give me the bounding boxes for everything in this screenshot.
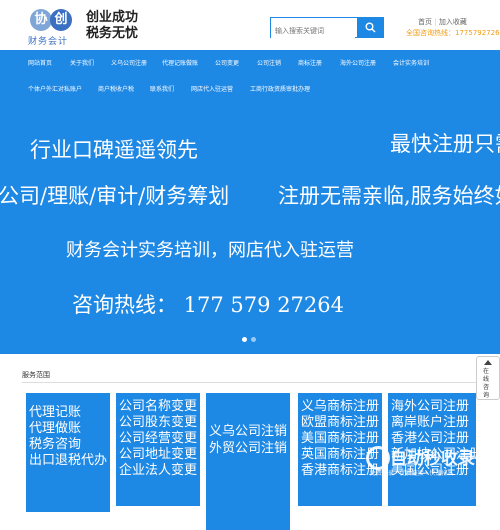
hero-banner[interactable]: 行业口碑遥遥领先 最快注册只需 公司/理账/审计/财务筹划 注册无需亲临,服务始…	[0, 96, 500, 354]
section-divider	[22, 382, 478, 383]
banner-line-fast-register: 最快注册只需	[390, 132, 500, 156]
carousel-dot-active[interactable]	[242, 337, 247, 342]
slogan-line-1: 创业成功	[86, 10, 139, 25]
nav-item-home[interactable]: 网站首页	[28, 58, 52, 67]
nav-item-tax[interactable]: 商户税收户税	[98, 84, 134, 93]
watermark-title: 自动秒收录	[390, 449, 475, 469]
nav-item-trademark[interactable]: 商标注册	[298, 58, 322, 67]
online-consult-label: 在线咨询	[483, 368, 490, 399]
logo-char-right: 创	[50, 9, 72, 31]
add-favorite-link[interactable]: 加入收藏	[439, 18, 467, 26]
site-logo[interactable]: 协 创 财务会计	[26, 6, 76, 47]
card-line: 义乌商标注册	[301, 399, 380, 414]
carousel-dot[interactable]	[251, 337, 256, 342]
online-consult-widget[interactable]: 在线咨询	[476, 356, 500, 400]
slogan-line-2: 税务无忧	[86, 26, 139, 41]
banner-line-reputation: 行业口碑遥遥领先	[30, 138, 198, 162]
banner-line-services: 公司/理账/审计/财务筹划	[0, 184, 230, 208]
arrow-up-icon[interactable]	[484, 360, 492, 365]
logo-subtitle: 财务会计	[28, 37, 69, 47]
banner-line-training: 财务会计实务培训，网店代入驻运营	[66, 240, 354, 261]
card-line: 公司股东变更	[119, 415, 198, 430]
search-button[interactable]	[357, 17, 384, 38]
nav-item-yiwu-register[interactable]: 义乌公司注册	[111, 58, 147, 67]
service-card-company-change[interactable]: 公司名称变更 公司股东变更 公司经营变更 公司地址变更 企业法人变更	[116, 393, 200, 506]
nav-item-company-cancel[interactable]: 公司注销	[257, 58, 281, 67]
search-box	[270, 17, 384, 40]
main-nav: 网站首页 关于我们 义乌公司注册 代理记账做账 公司变更 公司注销 商标注册 海…	[0, 50, 500, 96]
nav-item-contact[interactable]: 联系我们	[150, 84, 174, 93]
watermark-logo-icon	[366, 446, 390, 470]
card-line: 公司地址变更	[119, 447, 198, 462]
card-line: 企业法人变更	[119, 463, 198, 478]
card-line: 公司名称变更	[119, 399, 198, 414]
nav-item-training[interactable]: 会计实务培训	[393, 58, 429, 67]
card-line: 公司经营变更	[119, 431, 198, 446]
nav-item-overseas[interactable]: 海外公司注册	[340, 58, 376, 67]
service-card-bookkeeping[interactable]: 代理记账 代理做账 税务咨询 出口退税代办	[26, 393, 110, 512]
nav-item-forex[interactable]: 个体户外汇对私账户	[28, 84, 82, 93]
banner-line-no-visit: 注册无需亲临,服务始终如	[278, 184, 500, 208]
hotline-phone: 全国咨询热线：17757927264	[406, 29, 500, 37]
card-line: 代理做账	[29, 421, 82, 436]
nav-item-licensing[interactable]: 工商行政资质审批办理	[250, 84, 310, 93]
nav-item-company-change[interactable]: 公司变更	[215, 58, 239, 67]
search-icon	[365, 22, 376, 33]
nav-item-about[interactable]: 关于我们	[70, 58, 94, 67]
header-bar: 协 创 财务会计 创业成功 税务无忧 首页 | 加入收藏 全国咨询热线：1775…	[0, 0, 500, 50]
home-link[interactable]: 首页	[418, 18, 432, 26]
services-title: 服务范围	[22, 371, 50, 379]
card-line: 外贸公司注销	[209, 441, 288, 456]
banner-line-hotline: 咨询热线： 177 579 27264	[72, 293, 344, 317]
logo-char-left: 协	[30, 9, 52, 31]
top-links: 首页 | 加入收藏	[418, 18, 467, 26]
card-line: 离岸账户注册	[391, 415, 470, 430]
service-card-company-cancel[interactable]: 义乌公司注销 外贸公司注销	[206, 393, 290, 530]
slogan: 创业成功 税务无忧	[86, 10, 138, 42]
card-line: 义乌公司注销	[209, 424, 288, 439]
card-line: 海外公司注册	[391, 399, 470, 414]
card-line: 出口退税代办	[29, 453, 108, 468]
card-line: 代理记账	[29, 405, 82, 420]
search-input[interactable]	[271, 22, 355, 40]
watermark-subtitle: 免费收录 · 优质链接 · 快速排名	[370, 470, 454, 477]
nav-item-bookkeeping[interactable]: 代理记账做账	[162, 58, 198, 67]
watermark-overlay: 自动秒收录 免费收录 · 优质链接 · 快速排名	[364, 440, 500, 500]
card-line: 税务咨询	[29, 437, 82, 452]
card-line: 欧盟商标注册	[301, 415, 380, 430]
nav-item-ecommerce[interactable]: 网店代入驻运营	[191, 84, 233, 93]
